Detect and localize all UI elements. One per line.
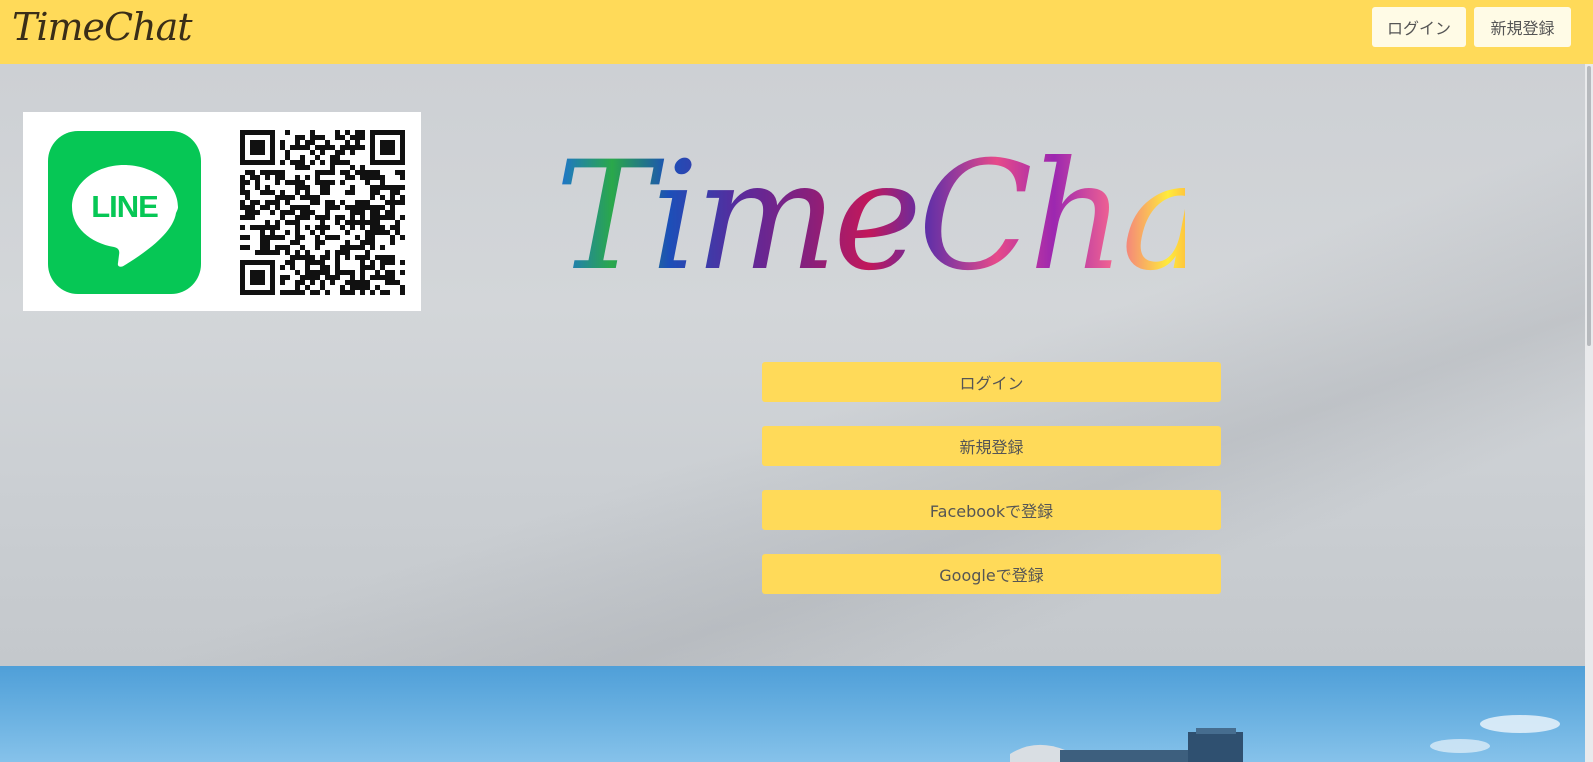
cityscape-photo <box>0 666 1585 762</box>
line-qr-card[interactable]: LINE <box>23 112 421 311</box>
line-logo-text: LINE <box>91 189 159 224</box>
google-signup-button[interactable]: Googleで登録 <box>762 554 1221 594</box>
line-logo: LINE <box>48 131 201 294</box>
hero-logo-text: TimeChat <box>555 130 1185 298</box>
cityscape-image <box>1010 715 1560 762</box>
facebook-signup-button[interactable]: Facebookで登録 <box>762 490 1221 530</box>
top-navbar: TimeChat ログイン 新規登録 <box>0 0 1593 64</box>
login-button[interactable]: ログイン <box>762 362 1221 402</box>
nav-login-button[interactable]: ログイン <box>1372 7 1466 47</box>
scrollbar-thumb[interactable] <box>1587 66 1591 346</box>
qr-code <box>240 130 405 295</box>
signup-button[interactable]: 新規登録 <box>762 426 1221 466</box>
brand-logo[interactable]: TimeChat <box>12 5 192 49</box>
nav-signup-button[interactable]: 新規登録 <box>1474 7 1571 47</box>
hero-logo: TimeChat <box>555 130 1185 298</box>
